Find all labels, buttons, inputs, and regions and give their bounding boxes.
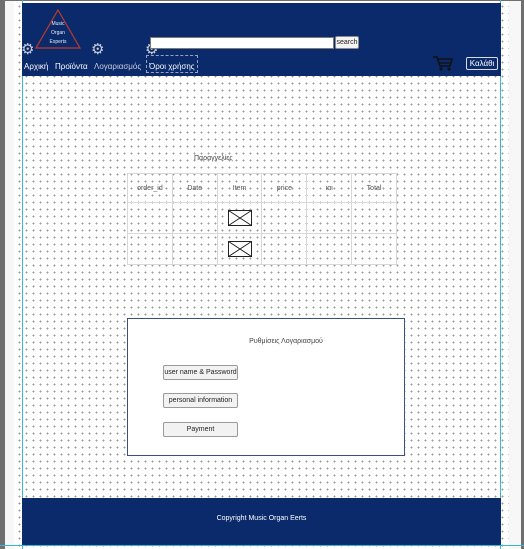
orders-title: Παραγγελίες (194, 155, 233, 162)
account-settings-panel: Ρυθμίσεις Λογαριασμού user name & Passwo… (127, 318, 405, 456)
table-cell (127, 202, 173, 234)
table-cell (261, 202, 308, 234)
nav-item-account[interactable]: Λογαριασμός (94, 61, 142, 73)
nav-item-products[interactable]: Προϊόντα (55, 61, 90, 73)
gear-icon[interactable]: ⚙ (91, 42, 104, 57)
gear-icon[interactable]: ⚙ (21, 42, 34, 57)
nav-item-home[interactable]: Αρχική (24, 61, 54, 73)
guide-line-left (22, 0, 23, 549)
column-header: Total (351, 173, 397, 203)
design-canvas (14, 1, 509, 549)
table-cell (171, 233, 218, 265)
cart-button[interactable]: Καλάθι (466, 57, 498, 70)
table-cell (216, 202, 263, 234)
column-header: ιαι (306, 173, 353, 203)
image-placeholder-icon (227, 241, 252, 257)
column-header: Date (171, 173, 218, 203)
table-row (127, 233, 397, 265)
column-header: price (261, 173, 308, 203)
shopping-cart-icon[interactable] (432, 54, 454, 72)
logo[interactable]: Music Organ Experts (34, 8, 82, 50)
nav-item-terms[interactable]: Όροι χρήσης (149, 61, 199, 73)
table-header-row: order_id Date Item price ιαι Total (127, 173, 397, 203)
site-footer: Copyright Music Organ Eerts (22, 498, 501, 545)
payment-button[interactable]: Payment (163, 422, 238, 437)
table-row (127, 202, 397, 234)
table-cell (127, 233, 173, 265)
logo-line-1: Music (51, 21, 65, 27)
search-input[interactable] (150, 37, 334, 49)
table-cell (351, 202, 397, 234)
copyright-text: Copyright Music Organ Eerts (216, 515, 307, 522)
guide-line-right (500, 0, 501, 549)
guide-line-bottom (0, 545, 524, 546)
logo-line-3: Experts (49, 39, 67, 45)
settings-title: Ρυθμίσεις Λογαριασμού (249, 338, 323, 345)
orders-table: order_id Date Item price ιαι Total (127, 173, 397, 265)
table-cell (216, 233, 263, 265)
username-password-button[interactable]: user name & Password (163, 365, 238, 380)
image-placeholder-icon (227, 210, 252, 226)
table-cell (171, 202, 218, 234)
table-cell (306, 233, 353, 265)
logo-line-2: Organ (51, 30, 65, 36)
table-cell (306, 202, 353, 234)
search-button[interactable]: search (335, 36, 359, 49)
column-header: order_id (127, 173, 173, 203)
column-header: Item (216, 173, 263, 203)
table-cell (261, 233, 308, 265)
table-cell (351, 233, 397, 265)
personal-information-button[interactable]: personal information (163, 393, 238, 408)
